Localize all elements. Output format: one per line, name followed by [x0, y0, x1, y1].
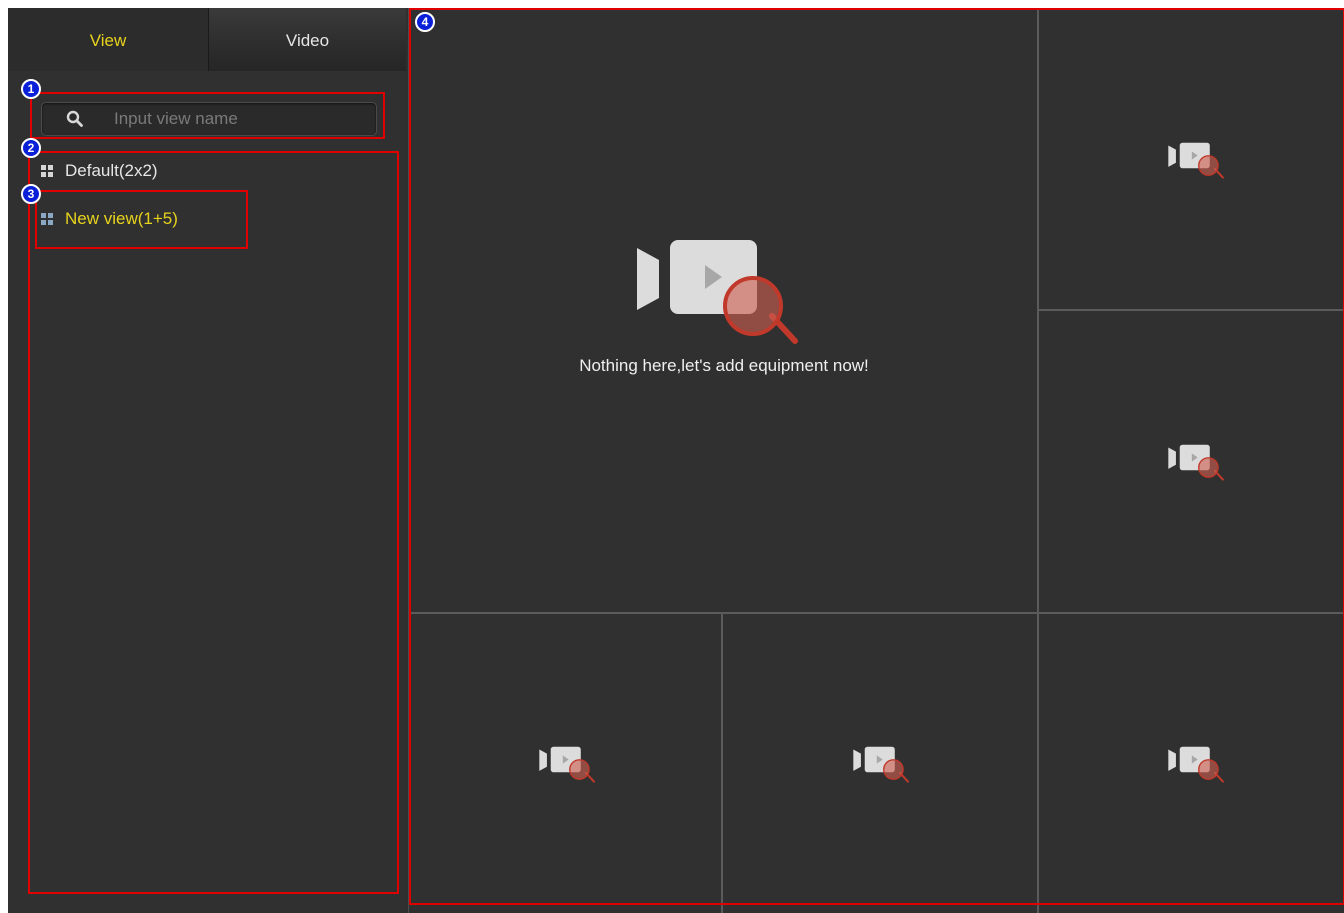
view-search-input[interactable]: [112, 105, 366, 133]
view-list-item-default[interactable]: Default(2x2): [41, 159, 241, 183]
video-grid: Nothing here,let's add equipment now! 4: [408, 8, 1344, 913]
video-pane-bottom-right[interactable]: [1039, 614, 1344, 913]
sidebar: View Video Default(2x2) New view(1+5): [8, 8, 406, 913]
grid-divider: [409, 612, 1344, 614]
camera-search-icon: [1168, 444, 1224, 481]
camera-search-icon: [539, 746, 595, 783]
annotation-badge-1: 1: [21, 79, 41, 99]
search-icon: [66, 110, 83, 127]
grid-divider: [1037, 8, 1039, 913]
view-list-item-label: Default(2x2): [65, 161, 158, 180]
grid-divider: [1039, 309, 1344, 311]
view-search-box[interactable]: [41, 102, 377, 136]
grid-layout-icon: [41, 165, 54, 178]
annotation-badge-3: 3: [21, 184, 41, 204]
annotation-box-view-list: [28, 151, 399, 894]
camera-search-icon: [1168, 746, 1224, 783]
grid-divider: [721, 614, 723, 913]
annotation-badge-2: 2: [21, 138, 41, 158]
camera-search-icon: [1168, 142, 1224, 179]
tab-view[interactable]: View: [8, 8, 208, 71]
video-pane-right-middle[interactable]: [1039, 311, 1344, 612]
video-pane-main[interactable]: Nothing here,let's add equipment now!: [409, 8, 1037, 612]
camera-search-icon: [637, 240, 798, 344]
empty-state-message: Nothing here,let's add equipment now!: [579, 356, 869, 375]
app-window: View Video Default(2x2) New view(1+5): [8, 8, 1344, 913]
annotation-badge-4: 4: [415, 12, 435, 32]
video-pane-bottom-left[interactable]: [409, 614, 721, 913]
video-pane-right-top[interactable]: [1039, 8, 1344, 309]
view-list-item-new-view[interactable]: New view(1+5): [41, 207, 241, 231]
tab-video[interactable]: Video: [208, 8, 406, 71]
view-list-item-label: New view(1+5): [65, 209, 178, 228]
grid-layout-icon: [41, 213, 54, 226]
video-pane-bottom-middle[interactable]: [723, 614, 1037, 913]
camera-search-icon: [853, 746, 909, 783]
tab-bar: View Video: [8, 8, 406, 71]
